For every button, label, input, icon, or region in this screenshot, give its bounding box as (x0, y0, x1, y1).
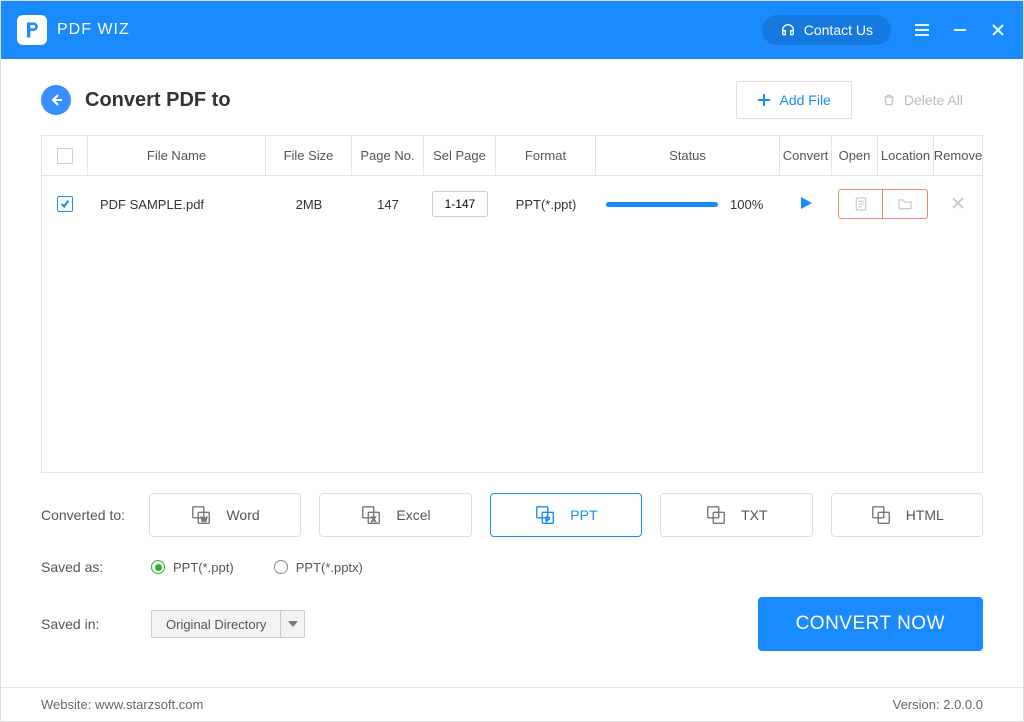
menu-button[interactable] (913, 21, 931, 39)
website-link[interactable]: www.starzsoft.com (95, 697, 203, 712)
txt-icon (705, 504, 727, 526)
progress-bar (606, 202, 718, 207)
table-row: PDF SAMPLE.pdf 2MB 147 PPT(*.ppt) 100% (42, 176, 982, 232)
excel-icon: X (360, 504, 382, 526)
col-filesize: File Size (266, 136, 352, 175)
titlebar: PDF WIZ Contact Us (1, 1, 1023, 59)
row-checkbox[interactable] (57, 196, 73, 212)
word-icon: W (190, 504, 212, 526)
html-icon (870, 504, 892, 526)
saved-in-label: Saved in: (41, 616, 133, 632)
select-all-checkbox[interactable] (57, 148, 73, 164)
format-html-button[interactable]: HTML (831, 493, 983, 537)
radio-dot-icon (274, 560, 288, 574)
convert-now-button[interactable]: CONVERT NOW (758, 597, 983, 651)
col-selpage: Sel Page (424, 136, 496, 175)
plus-icon (757, 93, 771, 107)
col-format: Format (496, 136, 596, 175)
saved-as-ppt-radio[interactable]: PPT(*.ppt) (151, 560, 234, 575)
add-file-button[interactable]: Add File (736, 81, 851, 119)
progress-percent: 100% (730, 197, 770, 212)
open-location-button[interactable] (883, 190, 927, 218)
minimize-button[interactable] (951, 21, 969, 39)
footer: Website: www.starzsoft.com Version: 2.0.… (1, 687, 1023, 721)
document-icon (853, 196, 869, 212)
app-logo (17, 15, 47, 45)
format-txt-button[interactable]: TXT (660, 493, 812, 537)
open-location-group (838, 189, 928, 219)
format-word-button[interactable]: W Word (149, 493, 301, 537)
svg-text:W: W (201, 516, 208, 523)
minimize-icon (953, 23, 967, 37)
arrow-left-icon (49, 93, 63, 107)
table-header: File Name File Size Page No. Sel Page Fo… (42, 136, 982, 176)
format-ppt-button[interactable]: P PPT (490, 493, 642, 537)
play-icon (798, 195, 814, 211)
col-convert: Convert (780, 136, 832, 175)
format-excel-button[interactable]: X Excel (319, 493, 471, 537)
page-header: Convert PDF to Add File Delete All (1, 59, 1023, 135)
back-button[interactable] (41, 85, 71, 115)
svg-text:X: X (372, 516, 377, 523)
saved-as-row: Saved as: PPT(*.ppt) PPT(*.pptx) (41, 559, 983, 575)
svg-text:P: P (546, 516, 550, 523)
saved-as-label: Saved as: (41, 559, 133, 575)
file-table: File Name File Size Page No. Sel Page Fo… (41, 135, 983, 473)
close-icon (991, 23, 1005, 37)
x-icon (951, 196, 965, 210)
folder-icon (897, 196, 913, 212)
col-open: Open (832, 136, 878, 175)
sel-page-input[interactable] (432, 191, 488, 217)
delete-all-button[interactable]: Delete All (862, 82, 983, 118)
saved-as-pptx-radio[interactable]: PPT(*.pptx) (274, 560, 363, 575)
col-pageno: Page No. (352, 136, 424, 175)
cell-filename: PDF SAMPLE.pdf (88, 176, 266, 232)
saved-in-dropdown[interactable]: Original Directory (151, 610, 305, 638)
cell-filesize: 2MB (266, 176, 352, 232)
open-file-button[interactable] (839, 190, 883, 218)
chevron-down-icon (280, 611, 304, 637)
format-row: Converted to: W Word X Excel P PPT TXT H… (41, 493, 983, 537)
converted-to-label: Converted to: (41, 507, 131, 523)
saved-in-row: Saved in: Original Directory CONVERT NOW (41, 597, 983, 651)
page-title: Convert PDF to (85, 89, 231, 112)
ppt-icon: P (534, 504, 556, 526)
radio-dot-icon (151, 560, 165, 574)
col-location: Location (878, 136, 934, 175)
cell-format: PPT(*.ppt) (496, 176, 596, 232)
close-button[interactable] (989, 21, 1007, 39)
headset-icon (780, 22, 796, 38)
convert-row-button[interactable] (798, 195, 814, 214)
col-filename: File Name (88, 136, 266, 175)
website-label: Website: (41, 697, 91, 712)
cell-pageno: 147 (352, 176, 424, 232)
version-value: 2.0.0.0 (943, 697, 983, 712)
menu-icon (914, 23, 930, 37)
col-remove: Remove (934, 136, 982, 175)
app-title: PDF WIZ (57, 21, 130, 39)
check-icon (60, 199, 70, 209)
contact-us-button[interactable]: Contact Us (762, 15, 891, 45)
col-status: Status (596, 136, 780, 175)
trash-icon (882, 93, 896, 107)
remove-row-button[interactable] (951, 196, 965, 213)
version-label: Version: (893, 697, 940, 712)
